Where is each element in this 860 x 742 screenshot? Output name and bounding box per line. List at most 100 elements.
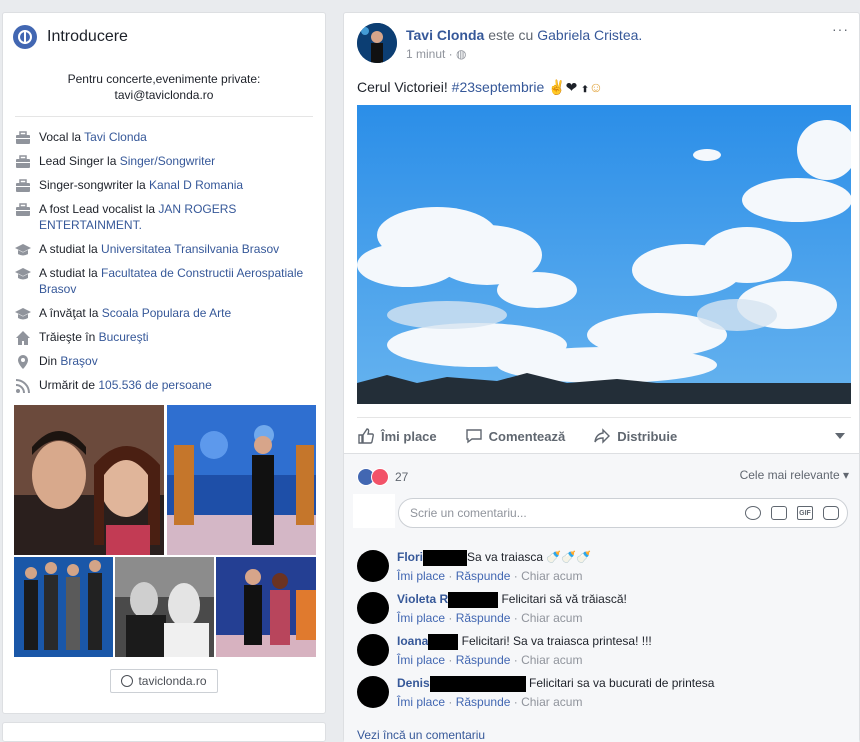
intro-detail-text: A învăţat la Scoala Populara de Arte xyxy=(39,305,231,321)
commenter-name[interactable]: Denis xyxy=(397,676,430,690)
intro-header: Introducere xyxy=(3,13,325,51)
website-label: taviclonda.ro xyxy=(138,674,207,688)
post-emoji: ✌❤ xyxy=(544,79,582,95)
commenter-avatar[interactable] xyxy=(357,634,389,666)
audience-chevron-down-icon[interactable] xyxy=(835,433,845,439)
detail-link[interactable]: Singer/Songwriter xyxy=(120,154,215,168)
comment-body: Violeta R Felicitari să vă trăiască! Îmi … xyxy=(397,592,627,625)
comment-actions: Îmi place · Răspunde · Chiar acum xyxy=(397,611,583,625)
detail-prefix: A studiat la xyxy=(39,266,102,280)
commenter-name[interactable]: Ioana xyxy=(397,634,428,648)
intro-detail-row: Lead Singer la Singer/Songwriter xyxy=(15,153,313,169)
post-text: Cerul Victoriei! #23septembrie ✌❤ ⬆☺ xyxy=(357,79,846,96)
gif-icon[interactable]: GIF xyxy=(797,506,813,520)
post-photo[interactable] xyxy=(357,105,851,404)
more-options-icon[interactable]: ··· xyxy=(832,21,849,37)
comment-reply-link[interactable]: Răspunde xyxy=(456,695,511,709)
emoji-icon[interactable] xyxy=(745,506,761,520)
intro-detail-row: A studiat la Facultatea de Constructii A… xyxy=(15,265,313,297)
composer-avatar xyxy=(353,494,395,528)
with-text: este cu xyxy=(484,27,538,43)
detail-link[interactable]: 105.536 de persoane xyxy=(98,378,211,392)
detail-link[interactable]: Universitatea Transilvania Brasov xyxy=(101,242,279,256)
comment-time[interactable]: Chiar acum xyxy=(521,569,582,583)
comment-like-link[interactable]: Îmi place xyxy=(397,653,445,667)
comment-text: Felicitari! Sa va traiasca printesa! !!! xyxy=(458,634,652,649)
comment-like-link[interactable]: Îmi place xyxy=(397,569,445,583)
featured-photo-3[interactable] xyxy=(14,557,113,657)
reaction-count: 27 xyxy=(395,470,409,484)
comment-input[interactable]: Scrie un comentariu... GIF xyxy=(398,498,848,528)
comment-body: Flori Sa va traiasca 🍼🍼🍼 Îmi place · Răspu… xyxy=(397,550,591,583)
comment-reply-link[interactable]: Răspunde xyxy=(456,611,511,625)
next-card xyxy=(2,722,326,742)
comment-actions: Îmi place · Răspunde · Chiar acum xyxy=(397,695,583,709)
comment-body: Ioana Felicitari! Sa va traiasca printes… xyxy=(397,634,652,667)
reactions-summary[interactable]: 27 xyxy=(357,468,408,486)
featured-photo-4[interactable] xyxy=(115,557,214,657)
tagged-user[interactable]: Gabriela Cristea. xyxy=(537,27,642,43)
detail-prefix: A fost Lead vocalist la xyxy=(39,202,159,216)
intro-detail-text: A fost Lead vocalist la JAN ROGERS ENTER… xyxy=(39,201,313,233)
redacted-surname xyxy=(448,592,499,608)
comments-section: 27 Cele mai relevante ▾ Scrie un comenta… xyxy=(344,453,859,742)
intro-detail-text: A studiat la Facultatea de Constructii A… xyxy=(39,265,313,297)
detail-link[interactable]: Bucureşti xyxy=(99,330,149,344)
hashtag-link[interactable]: #23septembrie xyxy=(452,79,545,95)
comment-actions: Îmi place · Răspunde · Chiar acum xyxy=(397,569,583,583)
featured-photo-1[interactable] xyxy=(14,405,164,555)
post-card: Tavi Clonda este cu Gabriela Cristea. 1 … xyxy=(343,12,860,742)
intro-title: Introducere xyxy=(47,28,128,45)
comment-text: Felicitari sa va bucurati de printesa xyxy=(525,676,715,691)
detail-link[interactable]: Braşov xyxy=(60,354,97,368)
like-label: Îmi place xyxy=(381,428,437,444)
person-emoji-icon: ☺ xyxy=(588,79,604,95)
commenter-avatar[interactable] xyxy=(357,676,389,708)
comment-like-link[interactable]: Îmi place xyxy=(397,695,445,709)
see-more-comments-link[interactable]: Vezi încă un comentariu xyxy=(357,728,485,742)
redacted-surname xyxy=(429,676,526,692)
comment-button[interactable]: Comentează xyxy=(465,427,565,445)
comment-actions: Îmi place · Răspunde · Chiar acum xyxy=(397,653,583,667)
comment-time[interactable]: Chiar acum xyxy=(521,653,582,667)
work-icon xyxy=(15,154,31,170)
composer-tools: GIF xyxy=(745,506,839,520)
comment: Violeta R Felicitari să vă trăiască! Îmi … xyxy=(357,592,847,630)
comment-line: Denis Felicitari sa va bucurati de print… xyxy=(397,676,714,692)
camera-icon[interactable] xyxy=(771,506,787,520)
sticker-icon[interactable] xyxy=(823,506,839,520)
comment-time[interactable]: Chiar acum xyxy=(521,695,582,709)
sort-comments-dropdown[interactable]: Cele mai relevante ▾ xyxy=(740,468,849,482)
location-pin-icon xyxy=(15,354,31,370)
post-header: Tavi Clonda este cu Gabriela Cristea. 1 … xyxy=(344,13,859,73)
author-name[interactable]: Tavi Clonda xyxy=(406,27,484,43)
detail-prefix: Trăieşte în xyxy=(39,330,99,344)
bio-email[interactable]: tavi@taviclonda.ro xyxy=(15,87,313,103)
comment: Denis Felicitari sa va bucurati de print… xyxy=(357,676,847,714)
top-emoji-icon: ⬆ xyxy=(581,84,589,94)
commenter-name[interactable]: Flori xyxy=(397,550,423,564)
comment-reply-link[interactable]: Răspunde xyxy=(456,653,511,667)
author-avatar[interactable] xyxy=(357,23,397,63)
comment-like-link[interactable]: Îmi place xyxy=(397,611,445,625)
post-timestamp[interactable]: 1 minut · ◍ xyxy=(406,47,467,61)
comment-reply-link[interactable]: Răspunde xyxy=(456,569,511,583)
featured-photo-5[interactable] xyxy=(216,557,316,657)
share-button[interactable]: Distribuie xyxy=(593,427,677,445)
comment-time[interactable]: Chiar acum xyxy=(521,611,582,625)
featured-photos[interactable] xyxy=(14,405,316,657)
intro-card: Introducere Pentru concerte,evenimente p… xyxy=(2,12,326,714)
privacy-globe-icon: ◍ xyxy=(456,47,467,61)
commenter-name[interactable]: Violeta R xyxy=(397,592,448,606)
detail-link[interactable]: Scoala Populara de Arte xyxy=(102,306,231,320)
detail-prefix: Din xyxy=(39,354,61,368)
detail-prefix: Vocal la xyxy=(39,130,85,144)
featured-photo-2[interactable] xyxy=(167,405,316,555)
comment-text: Felicitari să vă trăiască! xyxy=(498,592,627,607)
website-button[interactable]: taviclonda.ro xyxy=(110,669,218,693)
detail-link[interactable]: Kanal D Romania xyxy=(149,178,243,192)
detail-link[interactable]: Tavi Clonda xyxy=(84,130,147,144)
like-button[interactable]: Îmi place xyxy=(357,427,437,445)
commenter-avatar[interactable] xyxy=(357,550,389,582)
commenter-avatar[interactable] xyxy=(357,592,389,624)
